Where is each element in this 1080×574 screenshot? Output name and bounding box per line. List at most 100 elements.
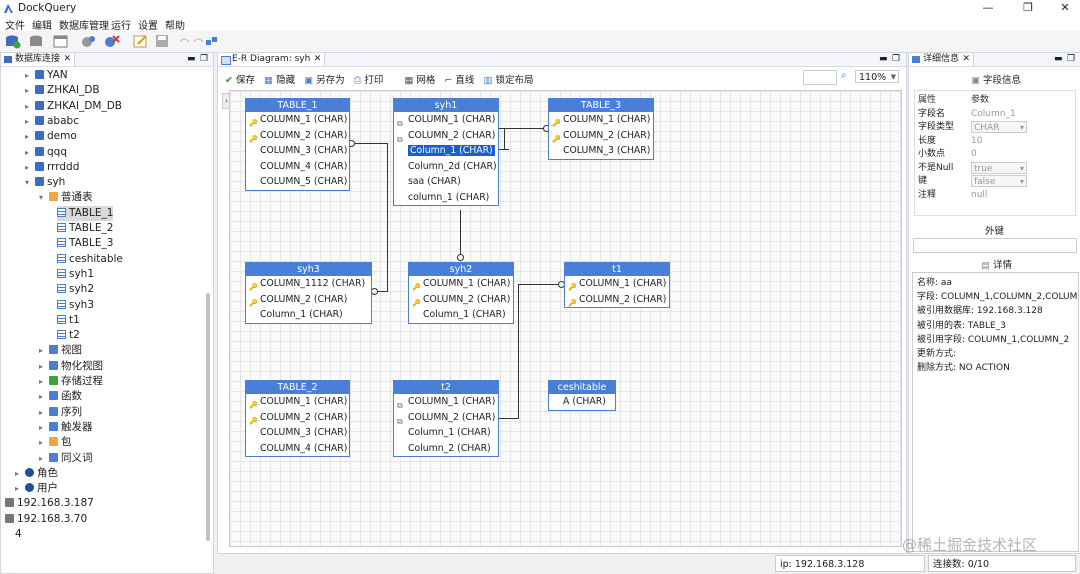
- stop-icon[interactable]: [104, 34, 120, 49]
- chevron-down-icon[interactable]: ▾: [25, 175, 35, 190]
- tree-item-rrrddd[interactable]: ▸ rrrddd: [25, 160, 79, 175]
- save-as-button[interactable]: ▣ 另存为: [304, 75, 345, 86]
- entity-header[interactable]: syh2: [409, 263, 513, 276]
- hide-button[interactable]: ▦ 隐藏: [264, 75, 295, 86]
- property-dropdown[interactable]: false ▾: [971, 175, 1027, 187]
- entity-column[interactable]: COLUMN_3 (CHAR): [549, 143, 653, 159]
- entity-column[interactable]: 🔑 COLUMN_2 (CHAR): [246, 292, 371, 308]
- tree-item-zhkai_dm_db[interactable]: ▸ ZHKAI_DM_DB: [25, 99, 122, 114]
- entity-t1[interactable]: t1 🔑 COLUMN_1 (CHAR) 🔑 COLUMN_2 (CHAR): [564, 262, 670, 308]
- property-dropdown[interactable]: CHAR ▾: [971, 121, 1027, 133]
- connect-icon[interactable]: [204, 34, 220, 49]
- relation-line[interactable]: [504, 128, 546, 129]
- entity-ceshitable[interactable]: ceshitable A (CHAR): [548, 380, 616, 411]
- entity-column[interactable]: COLUMN_3 (CHAR): [246, 143, 349, 159]
- tree-item-qqq[interactable]: ▸ qqq: [25, 145, 67, 160]
- menu-run[interactable]: 运行: [111, 17, 131, 32]
- close-tab-icon[interactable]: ✕: [63, 53, 71, 66]
- tree-item--[interactable]: ▸ 用户: [15, 481, 58, 496]
- entity-header[interactable]: syh1: [394, 99, 498, 112]
- tree-item--[interactable]: ▸ 角色: [15, 466, 58, 481]
- menu-db-manage[interactable]: 数据库管理: [59, 17, 109, 32]
- tree-item-t2[interactable]: t2: [57, 328, 80, 343]
- tree-item-table_2[interactable]: TABLE_2: [57, 221, 113, 236]
- minimize-panel-icon[interactable]: ▬: [879, 53, 888, 65]
- entity-column[interactable]: ⧉ COLUMN_2 (CHAR): [394, 128, 498, 144]
- property-value[interactable]: 10: [971, 135, 982, 147]
- relation-line[interactable]: [504, 128, 505, 150]
- tree-item--[interactable]: ▸ 序列: [39, 405, 82, 420]
- maximize-panel-icon[interactable]: ❐: [892, 53, 900, 65]
- chevron-right-icon[interactable]: ▸: [25, 129, 35, 144]
- entity-column[interactable]: Column_1 (CHAR): [394, 143, 498, 159]
- tree-item-ababc[interactable]: ▸ ababc: [25, 114, 79, 129]
- chevron-right-icon[interactable]: ▸: [25, 99, 35, 114]
- tree-item-zhkai_db[interactable]: ▸ ZHKAI_DB: [25, 83, 100, 98]
- tree-item--[interactable]: ▸ 包: [39, 435, 72, 450]
- grid-button[interactable]: ▦ 网格: [404, 75, 435, 86]
- relation-line[interactable]: [387, 143, 388, 291]
- tree-item-syh1[interactable]: syh1: [57, 267, 94, 282]
- tree-item--[interactable]: ▸ 视图: [39, 343, 82, 358]
- chevron-right-icon[interactable]: ▸: [39, 420, 49, 435]
- tree-item-table_1[interactable]: TABLE_1: [57, 205, 114, 221]
- chevron-right-icon[interactable]: ▸: [15, 466, 25, 481]
- entity-table_1[interactable]: TABLE_1 🔑 COLUMN_1 (CHAR) 🔑 COLUMN_2 (CHAR) C…: [245, 98, 350, 191]
- entity-column[interactable]: 🔑 COLUMN_1 (CHAR): [565, 276, 669, 292]
- entity-syh2[interactable]: syh2 🔑 COLUMN_1 (CHAR) 🔑 COLUMN_2 (CHAR) Colu…: [408, 262, 514, 324]
- entity-column[interactable]: 🔑 COLUMN_2 (CHAR): [246, 410, 349, 426]
- tree-item-demo[interactable]: ▸ demo: [25, 129, 77, 144]
- detail-text-area[interactable]: 名称: aa 字段: COLUMN_1,COLUMN_2,COLUMN 被引用数据库…: [912, 272, 1079, 552]
- tab-db-connections[interactable]: 数据库连接 ✕: [1, 53, 76, 66]
- entity-header[interactable]: TABLE_1: [246, 99, 349, 112]
- entity-column[interactable]: column_1 (CHAR): [394, 190, 498, 206]
- entity-table_3[interactable]: TABLE_3 🔑 COLUMN_1 (CHAR) 🔑 COLUMN_2 (CHAR) C…: [548, 98, 654, 160]
- tree-scrollbar[interactable]: [206, 293, 210, 541]
- database-icon[interactable]: [29, 34, 45, 49]
- property-value[interactable]: Column_1: [971, 108, 1016, 120]
- sql-window-icon[interactable]: [53, 34, 69, 49]
- maximize-button[interactable]: ❐: [1015, 1, 1041, 14]
- entity-header[interactable]: TABLE_2: [246, 381, 349, 394]
- chevron-down-icon[interactable]: ▾: [39, 190, 49, 205]
- chevron-right-icon[interactable]: ▸: [39, 389, 49, 404]
- tree-item--[interactable]: ▸ 触发器: [39, 420, 93, 435]
- entity-header[interactable]: t2: [394, 381, 498, 394]
- entity-header[interactable]: TABLE_3: [549, 99, 653, 112]
- chevron-right-icon[interactable]: ▸: [39, 405, 49, 420]
- entity-column[interactable]: 🔑 COLUMN_1 (CHAR): [409, 276, 513, 292]
- entity-column[interactable]: Column_1 (CHAR): [409, 307, 513, 323]
- straight-line-button[interactable]: ⌐ 直线: [444, 75, 474, 86]
- tree-item-192-168-3-187[interactable]: 192.168.3.187: [5, 496, 94, 511]
- tree-item-yan[interactable]: ▸ YAN: [25, 68, 68, 83]
- chevron-right-icon[interactable]: ▸: [39, 451, 49, 466]
- tree-item-ceshitable[interactable]: ceshitable: [57, 252, 123, 267]
- er-diagram-canvas[interactable]: TABLE_1 🔑 COLUMN_1 (CHAR) 🔑 COLUMN_2 (CHAR) C…: [229, 90, 902, 547]
- entity-column[interactable]: COLUMN_4 (CHAR): [246, 441, 349, 457]
- chevron-right-icon[interactable]: ▸: [25, 68, 35, 83]
- menu-settings[interactable]: 设置: [138, 17, 158, 32]
- zoom-search-icon[interactable]: ⌕: [841, 70, 847, 81]
- tab-er-diagram[interactable]: E-R Diagram: syh ✕: [218, 53, 326, 66]
- chevron-right-icon[interactable]: ▸: [39, 343, 49, 358]
- save-diagram-button[interactable]: ✔ 保存: [225, 75, 255, 86]
- tree-item--[interactable]: ▸ 同义词: [39, 451, 93, 466]
- print-button[interactable]: ⎙ 打印: [354, 75, 384, 86]
- entity-column[interactable]: 🔑 COLUMN_2 (CHAR): [246, 128, 349, 144]
- entity-header[interactable]: t1: [565, 263, 669, 276]
- minimize-panel-icon[interactable]: ▬: [1054, 53, 1063, 65]
- tree-item-4[interactable]: 4: [15, 527, 22, 542]
- tab-details[interactable]: 详细信息 ✕: [909, 53, 975, 66]
- entity-t2[interactable]: t2 ⧉ COLUMN_1 (CHAR) ⧉ COLUMN_2 (CHAR) Column…: [393, 380, 499, 457]
- entity-column[interactable]: 🔑 COLUMN_1 (CHAR): [246, 112, 349, 128]
- entity-column[interactable]: 🔑 COLUMN_1 (CHAR): [246, 394, 349, 410]
- property-dropdown[interactable]: true ▾: [971, 161, 1027, 174]
- tree-item--[interactable]: ▾ 普通表: [39, 190, 93, 205]
- tree-item--[interactable]: ▸ 物化视图: [39, 359, 103, 374]
- close-tab-icon[interactable]: ✕: [314, 53, 322, 66]
- save-icon[interactable]: [155, 34, 171, 49]
- chevron-right-icon[interactable]: ▸: [39, 374, 49, 389]
- chevron-right-icon[interactable]: ▸: [25, 160, 35, 175]
- entity-column[interactable]: COLUMN_4 (CHAR): [246, 159, 349, 175]
- relation-line[interactable]: [518, 284, 519, 419]
